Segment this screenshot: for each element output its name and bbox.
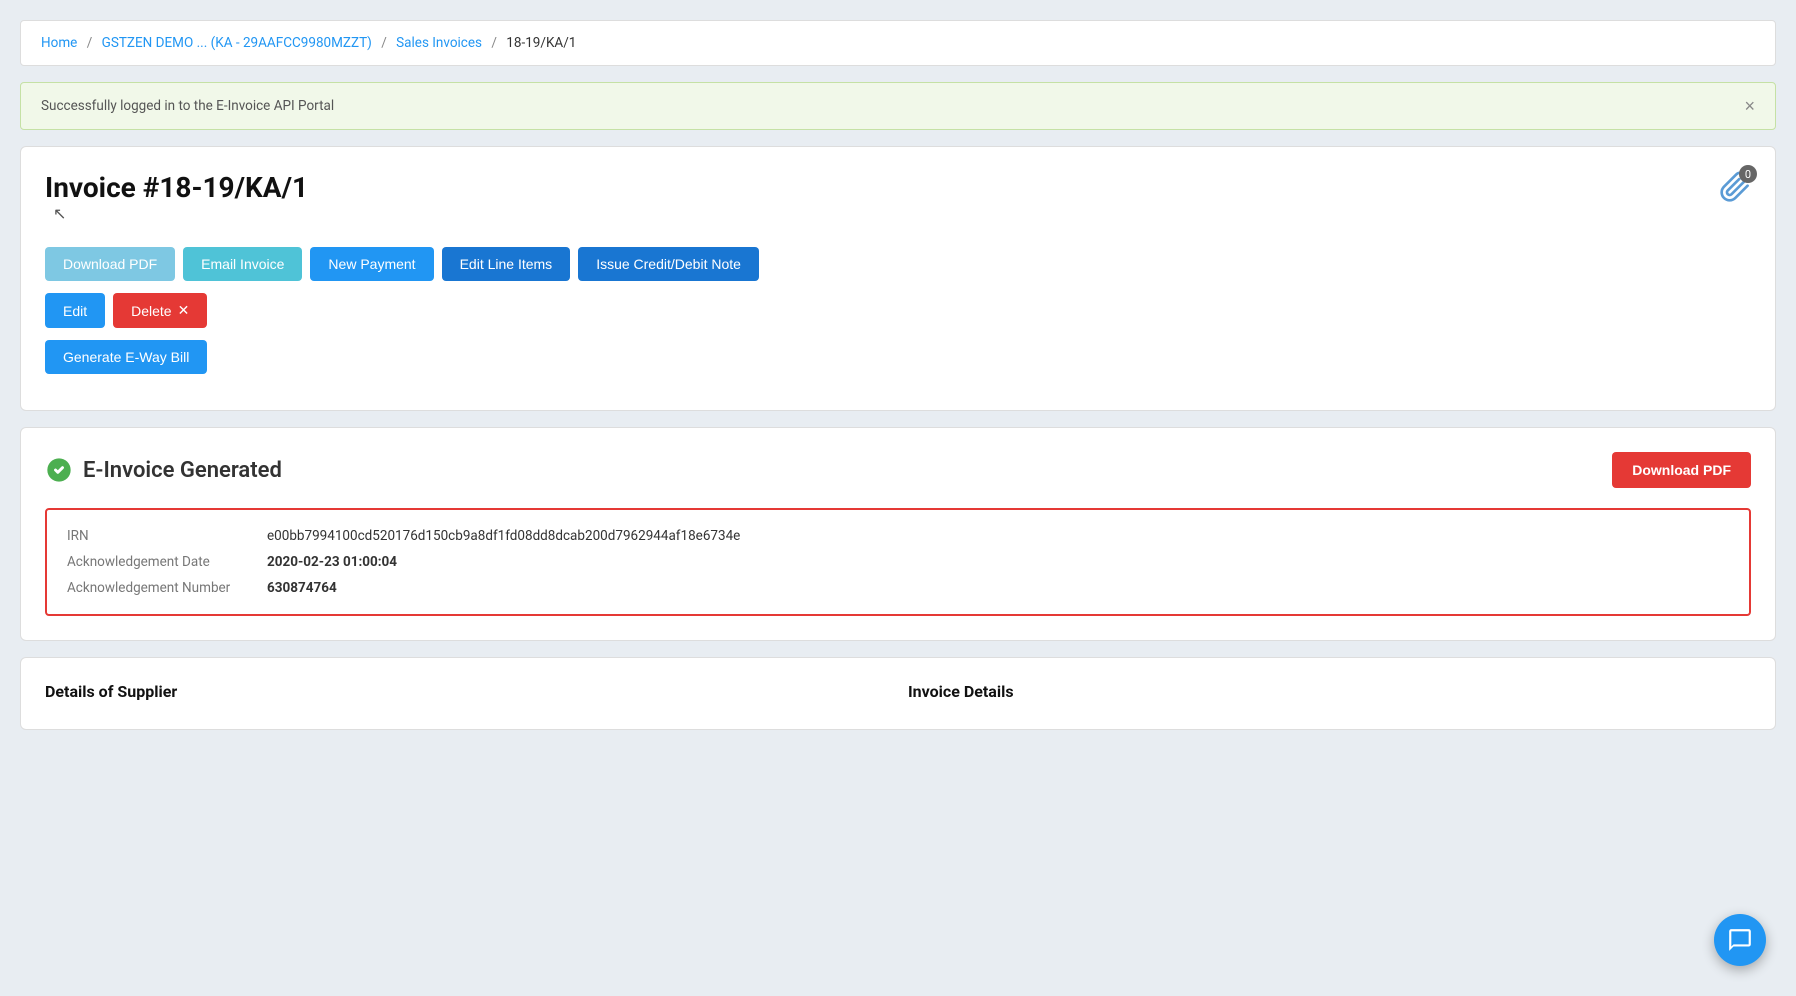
invoice-header: Invoice #18-19/KA/1 ↖ 0: [45, 171, 1751, 223]
breadcrumb-current: 18-19/KA/1: [506, 35, 576, 51]
button-group-1: Download PDF Email Invoice New Payment E…: [45, 247, 1751, 281]
ack-number-value: 630874764: [267, 580, 337, 596]
details-section: Details of Supplier Invoice Details: [20, 657, 1776, 730]
alert-banner: Successfully logged in to the E-Invoice …: [20, 82, 1776, 130]
alert-message: Successfully logged in to the E-Invoice …: [41, 98, 334, 114]
supplier-heading: Details of Supplier: [45, 682, 888, 701]
chat-button[interactable]: [1714, 914, 1766, 966]
edit-line-items-button[interactable]: Edit Line Items: [442, 247, 571, 281]
irn-box: IRN e00bb7994100cd520176d150cb9a8df1fd08…: [45, 508, 1751, 616]
ack-date-row: Acknowledgement Date 2020-02-23 01:00:04: [67, 554, 1729, 570]
cursor-indicator: ↖: [53, 204, 66, 223]
einvoice-title: E-Invoice Generated: [83, 458, 282, 483]
details-grid: Details of Supplier Invoice Details: [45, 682, 1751, 705]
download-pdf-button[interactable]: Download PDF: [45, 247, 175, 281]
invoice-details: Invoice Details: [908, 682, 1751, 705]
supplier-details: Details of Supplier: [45, 682, 888, 705]
breadcrumb-section[interactable]: Sales Invoices: [396, 35, 482, 51]
ack-number-label: Acknowledgement Number: [67, 580, 267, 596]
einvoice-header: E-Invoice Generated Download PDF: [45, 452, 1751, 488]
email-invoice-button[interactable]: Email Invoice: [183, 247, 302, 281]
edit-button[interactable]: Edit: [45, 293, 105, 328]
alert-close-button[interactable]: ×: [1744, 97, 1755, 115]
einvoice-download-pdf-button[interactable]: Download PDF: [1612, 452, 1751, 488]
check-circle-icon: [45, 456, 73, 484]
delete-icon: ✕: [178, 302, 190, 319]
attachment-badge: 0: [1739, 165, 1757, 183]
button-group-3: Generate E-Way Bill: [45, 340, 1751, 374]
breadcrumb-company[interactable]: GSTZEN DEMO ... (KA - 29AAFCC9980MZZT): [102, 35, 372, 51]
attachment-button[interactable]: 0: [1719, 171, 1751, 207]
irn-value: e00bb7994100cd520176d150cb9a8df1fd08dd8d…: [267, 528, 740, 544]
einvoice-card: E-Invoice Generated Download PDF IRN e00…: [20, 427, 1776, 641]
einvoice-title-wrapper: E-Invoice Generated: [45, 456, 282, 484]
delete-button[interactable]: Delete ✕: [113, 293, 207, 328]
breadcrumb: Home / GSTZEN DEMO ... (KA - 29AAFCC9980…: [20, 20, 1776, 66]
invoice-details-heading: Invoice Details: [908, 682, 1751, 701]
new-payment-button[interactable]: New Payment: [310, 247, 433, 281]
chat-icon: [1727, 927, 1753, 953]
ack-date-value: 2020-02-23 01:00:04: [267, 554, 397, 570]
irn-label: IRN: [67, 528, 267, 544]
ack-number-row: Acknowledgement Number 630874764: [67, 580, 1729, 596]
button-group-2: Edit Delete ✕: [45, 293, 1751, 328]
ack-date-label: Acknowledgement Date: [67, 554, 267, 570]
invoice-title: Invoice #18-19/KA/1: [45, 171, 308, 204]
issue-credit-debit-note-button[interactable]: Issue Credit/Debit Note: [578, 247, 759, 281]
generate-eway-bill-button[interactable]: Generate E-Way Bill: [45, 340, 207, 374]
invoice-title-wrapper: Invoice #18-19/KA/1 ↖: [45, 171, 308, 223]
invoice-card: Invoice #18-19/KA/1 ↖ 0 Download PDF Ema…: [20, 146, 1776, 411]
breadcrumb-home[interactable]: Home: [41, 35, 77, 51]
irn-row: IRN e00bb7994100cd520176d150cb9a8df1fd08…: [67, 528, 1729, 544]
delete-label: Delete: [131, 303, 171, 319]
